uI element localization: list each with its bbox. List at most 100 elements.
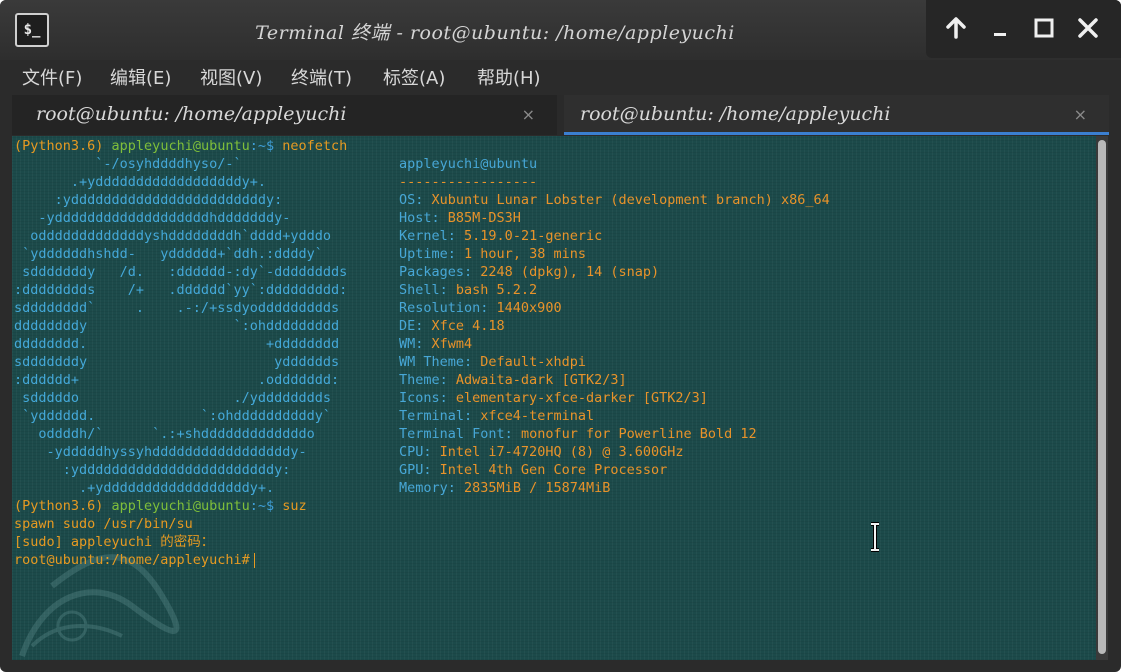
info-key: OS	[399, 192, 416, 208]
info-key: Uptime	[399, 246, 448, 262]
info-row: Resolution: 1440x900	[399, 300, 562, 316]
tab-close-icon[interactable]: ×	[522, 105, 535, 124]
info-value: elementary-xfce-darker [GTK2/3]	[455, 390, 708, 406]
info-value: Xubuntu Lunar Lobster (development branc…	[431, 192, 830, 208]
prompt-line-1: (Python3.6) appleyuchi@ubuntu:~$ neofetc…	[14, 137, 347, 155]
info-row: Memory: 2835MiB / 15874MiB	[399, 480, 611, 496]
ascii-art-line: :dddddd+ .oddddddd:	[14, 372, 340, 388]
ascii-art-line: `ydddddd. `:ohddddddddddy`	[14, 408, 331, 424]
info-key: Resolution	[399, 300, 481, 316]
command-text: neofetch	[274, 138, 348, 154]
active-tab-indicator	[564, 132, 1109, 135]
info-row: Terminal: xfce4-terminal	[399, 408, 595, 424]
ascii-art-line: `-/osyhddddhyso/-`	[14, 156, 242, 172]
info-key: WM Theme	[399, 354, 465, 370]
info-value: bash 5.2.2	[455, 282, 538, 298]
info-key: Terminal	[399, 408, 465, 424]
minimize-icon[interactable]	[986, 14, 1014, 42]
info-value: Xfce 4.18	[431, 318, 505, 334]
ascii-art-line: -ydddddddddddddddddddhdddddddy-	[14, 210, 291, 226]
prompt-line-2: (Python3.6) appleyuchi@ubuntu:~$ suz	[14, 497, 307, 515]
maximize-icon[interactable]	[1030, 14, 1058, 42]
ascii-art-line: :dddddddds /+ .dddddd`yy`:ddddddddd:	[14, 282, 348, 298]
info-value: 2835MiB / 15874MiB	[464, 480, 611, 496]
info-row: Host: B85M-DS3H	[399, 210, 521, 226]
ascii-art-line: :yddddddddddddddddddddddddy:	[14, 192, 283, 208]
mouse-ibeam-cursor-icon	[871, 522, 879, 552]
window-title: Terminal 终端 - root@ubuntu: /home/appleyu…	[255, 22, 735, 44]
info-header: appleyuchi@ubuntu	[399, 156, 538, 172]
info-row: CPU: Intel i7-4720HQ (8) @ 3.600GHz	[399, 444, 684, 460]
info-key: Host	[399, 210, 432, 226]
tab-label: root@ubuntu: /home/appleyuchi	[36, 103, 347, 125]
text-cursor	[253, 552, 255, 568]
ascii-art-line: oddddh/` `.:+shdddddddddddddo	[14, 426, 315, 442]
ascii-art-line: -ydddddhyssyhdddddddddddddddddy-	[14, 444, 307, 460]
menu-edit[interactable]: 编辑(E)	[110, 64, 171, 90]
info-row: Icons: elementary-xfce-darker [GTK2/3]	[399, 390, 708, 406]
title-bar[interactable]: $_ Terminal 终端 - root@ubuntu: /home/appl…	[0, 0, 1121, 60]
info-row: Uptime: 1 hour, 38 mins	[399, 246, 586, 262]
info-key: Terminal Font	[399, 426, 505, 442]
ascii-art-line: sdddddddy ydddddds	[14, 354, 340, 370]
ascii-art-line: ddddddddy `:ohddddddddd	[14, 318, 340, 334]
ascii-art-line: .+yddddddddddddddddddy+.	[14, 480, 275, 496]
info-row: WM Theme: Default-xhdpi	[399, 354, 586, 370]
info-key: GPU	[399, 462, 424, 478]
root-prompt-line[interactable]: root@ubuntu:/home/appleyuchi#	[14, 551, 255, 569]
ascii-art-line: sdddddddd` . .-:/+ssdyoddddddddds	[14, 300, 340, 316]
window-controls	[926, 0, 1121, 58]
terminal-output[interactable]: (Python3.6) appleyuchi@ubuntu:~$ neofetc…	[12, 136, 1096, 660]
env-label: (Python3.6)	[14, 138, 104, 154]
tab-close-icon[interactable]: ×	[1074, 105, 1087, 124]
info-row: Theme: Adwaita-dark [GTK2/3]	[399, 372, 627, 388]
info-key: Shell	[399, 282, 440, 298]
info-value: 5.19.0-21-generic	[464, 228, 603, 244]
info-row: Terminal Font: monofur for Powerline Bol…	[399, 426, 757, 442]
user-host: appleyuchi@ubuntu	[111, 498, 250, 514]
info-row: Packages: 2248 (dpkg), 14 (snap)	[399, 264, 660, 280]
info-separator: -----------------	[399, 174, 538, 190]
info-key: CPU	[399, 444, 424, 460]
info-value: 1440x900	[496, 300, 562, 316]
menu-terminal[interactable]: 终端(T)	[291, 64, 352, 90]
user-host: appleyuchi@ubuntu	[111, 138, 250, 154]
menu-view[interactable]: 视图(V)	[200, 64, 262, 90]
tab-1[interactable]: root@ubuntu: /home/appleyuchi ×	[12, 95, 557, 135]
info-key: Kernel	[399, 228, 448, 244]
info-value: Adwaita-dark [GTK2/3]	[455, 372, 627, 388]
info-row: DE: Xfce 4.18	[399, 318, 505, 334]
ascii-art-line: .+yddddddddddddddddddy+.	[14, 174, 266, 190]
info-value: B85M-DS3H	[447, 210, 521, 226]
tab-label: root@ubuntu: /home/appleyuchi	[580, 103, 891, 125]
output-line: [sudo] appleyuchi 的密码：	[14, 534, 215, 550]
info-key: Theme	[399, 372, 440, 388]
ascii-art-line: sdddddo ./ydddddddds	[14, 390, 331, 406]
info-row: Kernel: 5.19.0-21-generic	[399, 228, 603, 244]
info-value: Intel i7-4720HQ (8) @ 3.600GHz	[439, 444, 684, 460]
menu-tabs[interactable]: 标签(A)	[383, 64, 445, 90]
terminal-window: $_ Terminal 终端 - root@ubuntu: /home/appl…	[0, 0, 1121, 672]
info-row: WM: Xfwm4	[399, 336, 473, 352]
ascii-art-line: `yddddddhshdd- ydddddd+`ddh.:ddddy`	[14, 246, 323, 262]
close-icon[interactable]	[1074, 14, 1102, 42]
menu-help[interactable]: 帮助(H)	[477, 64, 541, 90]
prompt-path: :~$	[249, 138, 275, 154]
info-key: DE	[399, 318, 416, 334]
tab-bar: root@ubuntu: /home/appleyuchi × root@ubu…	[12, 95, 1109, 135]
env-label: (Python3.6)	[14, 498, 104, 514]
info-row: Shell: bash 5.2.2	[399, 282, 538, 298]
ascii-art-line: odddddddddddddyshddddddddh`dddd+ydddo	[14, 228, 331, 244]
scrollbar-thumb[interactable]	[1098, 140, 1106, 654]
tab-2[interactable]: root@ubuntu: /home/appleyuchi ×	[564, 95, 1109, 135]
info-key: Memory	[399, 480, 448, 496]
menu-bar: 文件(F) 编辑(E) 视图(V) 终端(T) 标签(A) 帮助(H)	[0, 60, 1121, 93]
info-value: 1 hour, 38 mins	[464, 246, 586, 262]
ascii-art-line: dddddddd. +dddddddd	[14, 336, 340, 352]
ascii-art-line: sdddddddy /d. :dddddd-:dy`-dddddddds	[14, 264, 348, 280]
info-value: monofur for Powerline Bold 12	[520, 426, 757, 442]
scrollbar[interactable]	[1096, 136, 1108, 660]
prompt-path: :~$	[249, 498, 275, 514]
menu-file[interactable]: 文件(F)	[22, 64, 82, 90]
up-arrow-icon[interactable]	[942, 14, 970, 42]
